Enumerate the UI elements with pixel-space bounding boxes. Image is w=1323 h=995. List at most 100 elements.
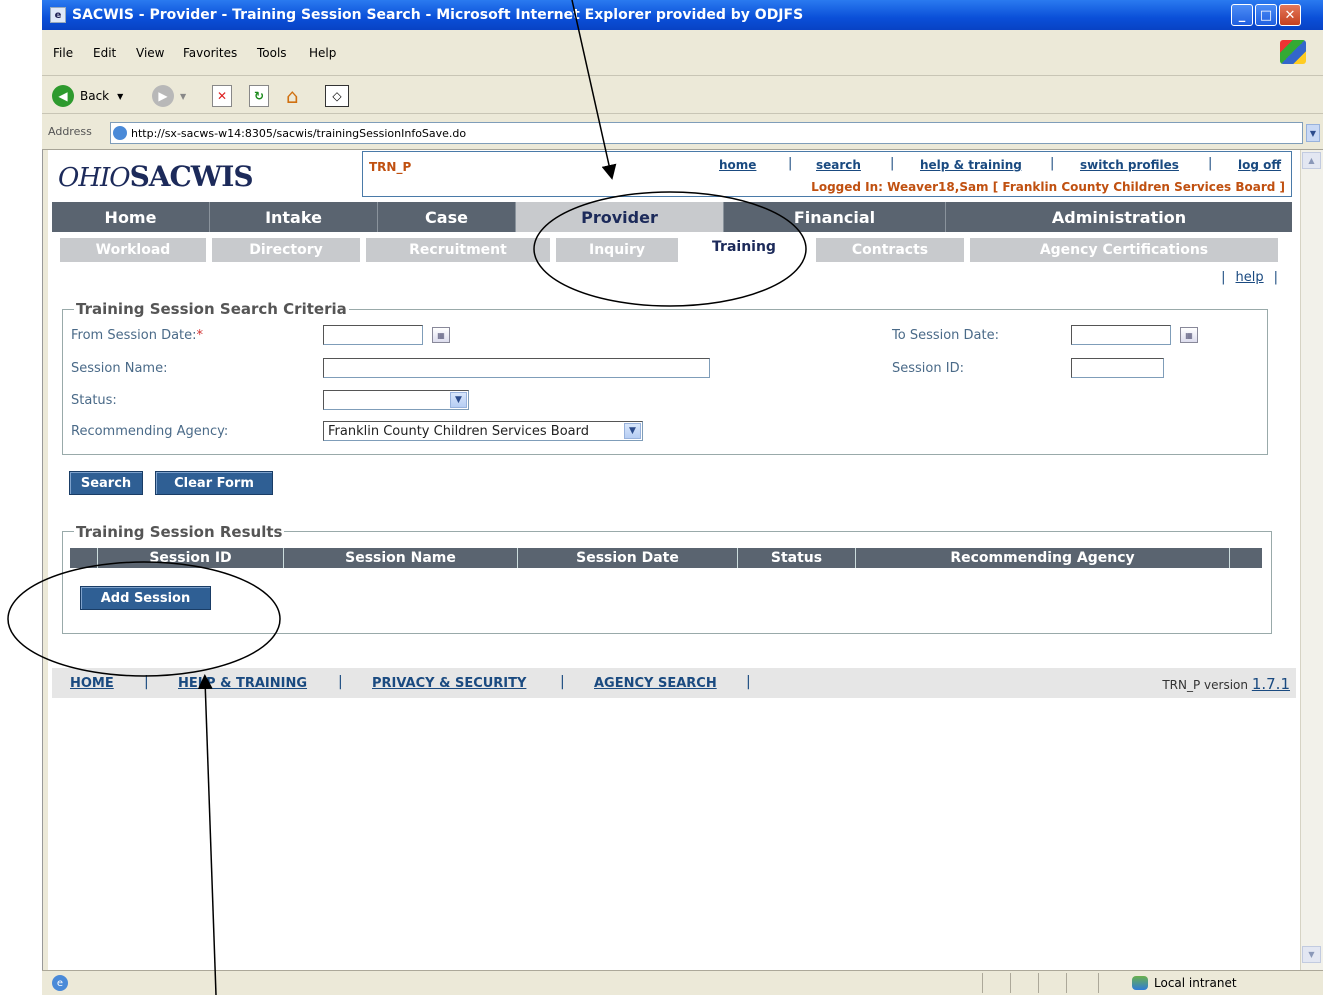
tab-case[interactable]: Case (378, 202, 516, 232)
toolbar: ◀ Back ▼ ▶ ▼ ✕ ↻ ⌂ ◇ (42, 76, 1323, 114)
ie-status-icon: e (52, 975, 68, 991)
logged-in-user: Logged In: Weaver18,Sam [ Franklin Count… (811, 180, 1285, 194)
status-select[interactable]: ▼ (323, 390, 469, 410)
subtab-workload[interactable]: Workload (60, 238, 206, 262)
search-criteria-legend: Training Session Search Criteria (74, 300, 349, 318)
col-session-id[interactable]: Session ID (98, 548, 284, 568)
tab-financial[interactable]: Financial (724, 202, 946, 232)
subtab-contracts[interactable]: Contracts (816, 238, 964, 262)
add-session-button[interactable]: Add Session (80, 586, 211, 610)
menu-tools[interactable]: Tools (257, 46, 287, 60)
back-arrow-icon: ◀ (52, 85, 74, 107)
forward-button[interactable]: ▶ ▼ (152, 84, 186, 108)
menu-view[interactable]: View (136, 46, 164, 60)
home-button[interactable]: ⌂ (286, 84, 299, 108)
col-session-name[interactable]: Session Name (284, 548, 518, 568)
footer-link-home[interactable]: HOME (70, 676, 114, 691)
link-switch-profiles[interactable]: switch profiles (1080, 158, 1179, 172)
title-bar: e SACWIS - Provider - Training Session S… (42, 0, 1323, 30)
col-session-date[interactable]: Session Date (518, 548, 738, 568)
col-status[interactable]: Status (738, 548, 856, 568)
link-search[interactable]: search (816, 158, 861, 172)
link-home[interactable]: home (719, 158, 756, 172)
footer-link-help-training[interactable]: HELP & TRAINING (178, 676, 307, 691)
scroll-down-icon[interactable]: ▼ (1302, 946, 1321, 963)
ie-page-icon: e (50, 7, 66, 23)
recommending-agency-label: Recommending Agency: (71, 424, 229, 439)
tab-provider[interactable]: Provider (516, 202, 724, 232)
menu-edit[interactable]: Edit (93, 46, 116, 60)
address-input[interactable]: http://sx-sacws-w14:8305/sacwis/training… (110, 122, 1303, 144)
home-icon: ⌂ (286, 84, 299, 108)
from-date-label: From Session Date:* (71, 328, 204, 343)
session-id-label: Session ID: (892, 361, 964, 376)
maximize-button[interactable]: □ (1255, 4, 1277, 26)
address-dropdown[interactable]: ▼ (1306, 124, 1320, 142)
calendar-icon[interactable]: ▦ (432, 327, 450, 343)
calendar-icon[interactable]: ▦ (1180, 327, 1198, 343)
help-link-row: | help | (1221, 270, 1278, 285)
subtab-inquiry[interactable]: Inquiry (556, 238, 678, 262)
menu-favorites[interactable]: Favorites (183, 46, 237, 60)
screen-code: TRN_P (369, 160, 412, 174)
sub-tabs: Workload Directory Recruitment Inquiry T… (52, 232, 1292, 262)
refresh-button[interactable]: ↻ (249, 84, 269, 108)
tab-home[interactable]: Home (52, 202, 210, 232)
media-button[interactable]: ◇ (325, 84, 349, 108)
tab-administration[interactable]: Administration (946, 202, 1292, 232)
intranet-zone-icon (1132, 976, 1148, 990)
from-date-input[interactable] (323, 325, 423, 345)
version-number[interactable]: 1.7.1 (1252, 675, 1290, 693)
search-button[interactable]: Search (69, 471, 143, 495)
sacwis-logo: OHIOSACWIS (58, 160, 254, 193)
vertical-scrollbar[interactable]: ▲ ▼ (1300, 150, 1323, 970)
stop-icon: ✕ (212, 85, 232, 107)
tab-intake[interactable]: Intake (210, 202, 378, 232)
separator: | (1208, 156, 1213, 171)
separator: | (746, 674, 751, 690)
session-id-input[interactable] (1071, 358, 1164, 378)
col-recommending-agency[interactable]: Recommending Agency (856, 548, 1230, 568)
subtab-recruitment[interactable]: Recruitment (366, 238, 550, 262)
chevron-down-icon: ▼ (624, 423, 641, 439)
footer-link-privacy-security[interactable]: PRIVACY & SECURITY (372, 676, 526, 691)
subtab-agency-certifications[interactable]: Agency Certifications (970, 238, 1278, 262)
footer-link-agency-search[interactable]: AGENCY SEARCH (594, 676, 717, 691)
close-button[interactable]: ✕ (1279, 4, 1301, 26)
separator: | (890, 156, 895, 171)
clear-form-button[interactable]: Clear Form (155, 471, 273, 495)
recommending-agency-select[interactable]: Franklin County Children Services Board … (323, 421, 643, 441)
subtab-training[interactable]: Training (678, 234, 810, 260)
menu-file[interactable]: File (53, 46, 73, 60)
to-date-input[interactable] (1071, 325, 1171, 345)
subtab-directory[interactable]: Directory (212, 238, 360, 262)
chevron-down-icon: ▼ (117, 91, 124, 101)
status-bar: e Local intranet (42, 970, 1323, 995)
chevron-down-icon: ▼ (180, 91, 187, 101)
header-box: TRN_P home | search | help & training | … (362, 151, 1292, 197)
page-content: OHIOSACWIS TRN_P home | search | help & … (48, 150, 1300, 970)
page-footer: HOME | HELP & TRAINING | PRIVACY & SECUR… (52, 668, 1296, 698)
menu-help[interactable]: Help (309, 46, 336, 60)
link-help-training[interactable]: help & training (920, 158, 1022, 172)
menu-bar: File Edit View Favorites Tools Help (42, 30, 1323, 76)
help-link[interactable]: help (1236, 270, 1264, 285)
page-icon (113, 126, 127, 140)
stop-button[interactable]: ✕ (212, 84, 232, 108)
separator: | (560, 674, 565, 690)
main-tabs: Home Intake Case Provider Financial Admi… (52, 202, 1292, 232)
agency-selected-value: Franklin County Children Services Board (328, 423, 590, 439)
results-table-header: Session ID Session Name Session Date Sta… (70, 548, 1262, 568)
media-icon: ◇ (325, 85, 349, 107)
back-button[interactable]: ◀ Back ▼ (52, 84, 123, 108)
minimize-button[interactable]: _ (1231, 4, 1253, 26)
required-mark: * (196, 328, 204, 343)
chevron-down-icon: ▼ (450, 392, 467, 408)
to-date-label: To Session Date: (892, 328, 1000, 343)
results-legend: Training Session Results (74, 523, 285, 541)
address-bar: Address http://sx-sacws-w14:8305/sacwis/… (42, 114, 1323, 150)
scroll-up-icon[interactable]: ▲ (1302, 152, 1321, 169)
link-log-off[interactable]: log off (1238, 158, 1281, 172)
forward-arrow-icon: ▶ (152, 85, 174, 107)
session-name-input[interactable] (323, 358, 710, 378)
